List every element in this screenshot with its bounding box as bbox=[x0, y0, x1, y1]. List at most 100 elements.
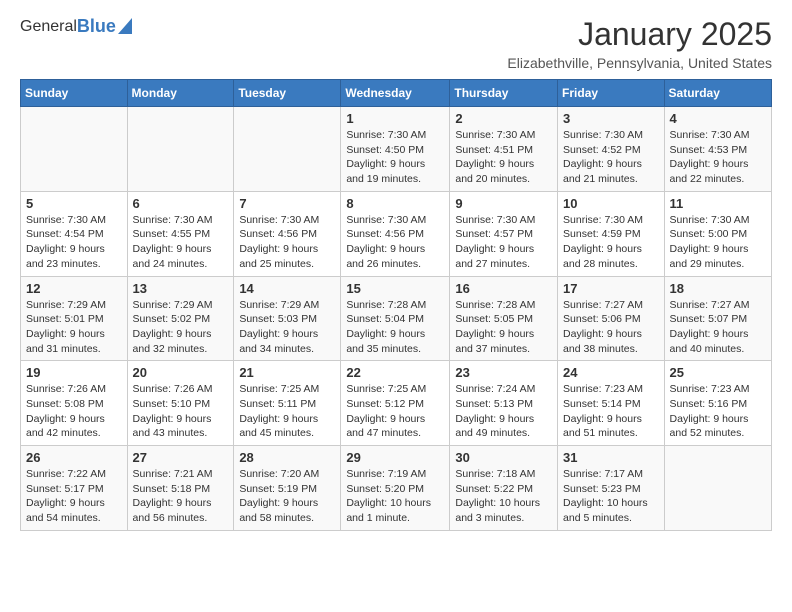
day-number: 11 bbox=[670, 196, 766, 211]
day-info: Sunrise: 7:23 AM Sunset: 5:14 PM Dayligh… bbox=[563, 382, 659, 441]
location: Elizabethville, Pennsylvania, United Sta… bbox=[507, 55, 772, 71]
calendar-cell: 19 Sunrise: 7:26 AM Sunset: 5:08 PM Dayli… bbox=[21, 361, 128, 446]
day-number: 30 bbox=[455, 450, 552, 465]
day-number: 28 bbox=[239, 450, 335, 465]
day-info: Sunrise: 7:30 AM Sunset: 4:59 PM Dayligh… bbox=[563, 213, 659, 272]
day-number: 4 bbox=[670, 111, 766, 126]
calendar-cell: 18Sunrise: 7:27 AM Sunset: 5:07 PM Dayli… bbox=[664, 276, 771, 361]
day-info: Sunrise: 7:21 AM Sunset: 5:18 PM Dayligh… bbox=[133, 467, 229, 526]
calendar-week-row: 12 Sunrise: 7:29 AM Sunset: 5:01 PM Dayli… bbox=[21, 276, 772, 361]
weekday-header-tuesday: Tuesday bbox=[234, 80, 341, 107]
day-number: 24 bbox=[563, 365, 659, 380]
day-info: Sunrise: 7:20 AM Sunset: 5:19 PM Dayligh… bbox=[239, 467, 335, 526]
weekday-header-sunday: Sunday bbox=[21, 80, 128, 107]
calendar-cell: 1 Sunrise: 7:30 AM Sunset: 4:50 PM Daylig… bbox=[341, 107, 450, 192]
day-info: Sunrise: 7:30 AM Sunset: 5:00 PM Dayligh… bbox=[670, 213, 766, 272]
day-number: 14 bbox=[239, 281, 335, 296]
day-info: Sunrise: 7:27 AM Sunset: 5:07 PM Dayligh… bbox=[670, 298, 766, 357]
day-number: 6 bbox=[133, 196, 229, 211]
day-number: 7 bbox=[239, 196, 335, 211]
calendar-cell: 22Sunrise: 7:25 AM Sunset: 5:12 PM Dayli… bbox=[341, 361, 450, 446]
day-info: Sunrise: 7:30 AM Sunset: 4:50 PM Dayligh… bbox=[346, 128, 444, 187]
calendar-week-row: 1 Sunrise: 7:30 AM Sunset: 4:50 PM Daylig… bbox=[21, 107, 772, 192]
calendar-cell: 30 Sunrise: 7:18 AM Sunset: 5:22 PM Dayli… bbox=[450, 446, 558, 531]
calendar-cell bbox=[127, 107, 234, 192]
day-number: 25 bbox=[670, 365, 766, 380]
day-number: 23 bbox=[455, 365, 552, 380]
day-info: Sunrise: 7:23 AM Sunset: 5:16 PM Dayligh… bbox=[670, 382, 766, 441]
weekday-header-row: SundayMondayTuesdayWednesdayThursdayFrid… bbox=[21, 80, 772, 107]
day-number: 19 bbox=[26, 365, 122, 380]
day-number: 17 bbox=[563, 281, 659, 296]
calendar-cell: 6 Sunrise: 7:30 AM Sunset: 4:55 PM Daylig… bbox=[127, 191, 234, 276]
calendar-cell: 20Sunrise: 7:26 AM Sunset: 5:10 PM Dayli… bbox=[127, 361, 234, 446]
day-number: 12 bbox=[26, 281, 122, 296]
calendar-header: SundayMondayTuesdayWednesdayThursdayFrid… bbox=[21, 80, 772, 107]
calendar-cell: 10 Sunrise: 7:30 AM Sunset: 4:59 PM Dayli… bbox=[558, 191, 665, 276]
calendar-cell: 8 Sunrise: 7:30 AM Sunset: 4:56 PM Daylig… bbox=[341, 191, 450, 276]
day-info: Sunrise: 7:29 AM Sunset: 5:02 PM Dayligh… bbox=[133, 298, 229, 357]
day-number: 13 bbox=[133, 281, 229, 296]
day-number: 8 bbox=[346, 196, 444, 211]
day-info: Sunrise: 7:30 AM Sunset: 4:53 PM Dayligh… bbox=[670, 128, 766, 187]
calendar-cell: 7 Sunrise: 7:30 AM Sunset: 4:56 PM Daylig… bbox=[234, 191, 341, 276]
weekday-header-thursday: Thursday bbox=[450, 80, 558, 107]
day-info: Sunrise: 7:30 AM Sunset: 4:56 PM Dayligh… bbox=[346, 213, 444, 272]
calendar-table: SundayMondayTuesdayWednesdayThursdayFrid… bbox=[20, 79, 772, 531]
day-info: Sunrise: 7:17 AM Sunset: 5:23 PM Dayligh… bbox=[563, 467, 659, 526]
calendar-cell: 25 Sunrise: 7:23 AM Sunset: 5:16 PM Dayli… bbox=[664, 361, 771, 446]
calendar-cell: 23 Sunrise: 7:24 AM Sunset: 5:13 PM Dayli… bbox=[450, 361, 558, 446]
day-info: Sunrise: 7:30 AM Sunset: 4:57 PM Dayligh… bbox=[455, 213, 552, 272]
day-number: 1 bbox=[346, 111, 444, 126]
day-number: 9 bbox=[455, 196, 552, 211]
day-number: 31 bbox=[563, 450, 659, 465]
weekday-header-wednesday: Wednesday bbox=[341, 80, 450, 107]
day-info: Sunrise: 7:30 AM Sunset: 4:55 PM Dayligh… bbox=[133, 213, 229, 272]
calendar-cell: 13 Sunrise: 7:29 AM Sunset: 5:02 PM Dayli… bbox=[127, 276, 234, 361]
calendar-cell: 16 Sunrise: 7:28 AM Sunset: 5:05 PM Dayli… bbox=[450, 276, 558, 361]
day-info: Sunrise: 7:24 AM Sunset: 5:13 PM Dayligh… bbox=[455, 382, 552, 441]
day-number: 15 bbox=[346, 281, 444, 296]
weekday-header-saturday: Saturday bbox=[664, 80, 771, 107]
day-info: Sunrise: 7:30 AM Sunset: 4:56 PM Dayligh… bbox=[239, 213, 335, 272]
title-block: January 2025 Elizabethville, Pennsylvani… bbox=[507, 16, 772, 71]
calendar-cell: 15 Sunrise: 7:28 AM Sunset: 5:04 PM Dayli… bbox=[341, 276, 450, 361]
calendar-cell: 9 Sunrise: 7:30 AM Sunset: 4:57 PM Daylig… bbox=[450, 191, 558, 276]
calendar-body: 1 Sunrise: 7:30 AM Sunset: 4:50 PM Daylig… bbox=[21, 107, 772, 531]
calendar-cell: 31 Sunrise: 7:17 AM Sunset: 5:23 PM Dayli… bbox=[558, 446, 665, 531]
day-info: Sunrise: 7:29 AM Sunset: 5:01 PM Dayligh… bbox=[26, 298, 122, 357]
calendar-container: General Blue January 2025 Elizabethville… bbox=[0, 0, 792, 541]
calendar-cell: 17Sunrise: 7:27 AM Sunset: 5:06 PM Dayli… bbox=[558, 276, 665, 361]
day-number: 16 bbox=[455, 281, 552, 296]
day-info: Sunrise: 7:26 AM Sunset: 5:08 PM Dayligh… bbox=[26, 382, 122, 441]
calendar-week-row: 19 Sunrise: 7:26 AM Sunset: 5:08 PM Dayli… bbox=[21, 361, 772, 446]
logo-general-text: General bbox=[20, 18, 77, 36]
day-info: Sunrise: 7:26 AM Sunset: 5:10 PM Dayligh… bbox=[133, 382, 229, 441]
calendar-cell: 12 Sunrise: 7:29 AM Sunset: 5:01 PM Dayli… bbox=[21, 276, 128, 361]
day-info: Sunrise: 7:22 AM Sunset: 5:17 PM Dayligh… bbox=[26, 467, 122, 526]
day-info: Sunrise: 7:29 AM Sunset: 5:03 PM Dayligh… bbox=[239, 298, 335, 357]
day-info: Sunrise: 7:30 AM Sunset: 4:52 PM Dayligh… bbox=[563, 128, 659, 187]
day-info: Sunrise: 7:28 AM Sunset: 5:05 PM Dayligh… bbox=[455, 298, 552, 357]
day-number: 10 bbox=[563, 196, 659, 211]
day-number: 2 bbox=[455, 111, 552, 126]
day-info: Sunrise: 7:30 AM Sunset: 4:54 PM Dayligh… bbox=[26, 213, 122, 272]
calendar-cell: 26 Sunrise: 7:22 AM Sunset: 5:17 PM Dayli… bbox=[21, 446, 128, 531]
logo-triangle-icon bbox=[118, 18, 132, 34]
day-info: Sunrise: 7:18 AM Sunset: 5:22 PM Dayligh… bbox=[455, 467, 552, 526]
calendar-cell: 3Sunrise: 7:30 AM Sunset: 4:52 PM Daylig… bbox=[558, 107, 665, 192]
day-info: Sunrise: 7:28 AM Sunset: 5:04 PM Dayligh… bbox=[346, 298, 444, 357]
day-info: Sunrise: 7:25 AM Sunset: 5:11 PM Dayligh… bbox=[239, 382, 335, 441]
day-number: 22 bbox=[346, 365, 444, 380]
calendar-cell bbox=[21, 107, 128, 192]
weekday-header-monday: Monday bbox=[127, 80, 234, 107]
month-title: January 2025 bbox=[507, 16, 772, 53]
calendar-week-row: 5Sunrise: 7:30 AM Sunset: 4:54 PM Daylig… bbox=[21, 191, 772, 276]
calendar-cell bbox=[234, 107, 341, 192]
calendar-cell: 24 Sunrise: 7:23 AM Sunset: 5:14 PM Dayli… bbox=[558, 361, 665, 446]
calendar-cell: 4 Sunrise: 7:30 AM Sunset: 4:53 PM Daylig… bbox=[664, 107, 771, 192]
calendar-cell bbox=[664, 446, 771, 531]
logo: General Blue bbox=[20, 16, 132, 37]
day-number: 26 bbox=[26, 450, 122, 465]
calendar-cell: 29Sunrise: 7:19 AM Sunset: 5:20 PM Dayli… bbox=[341, 446, 450, 531]
